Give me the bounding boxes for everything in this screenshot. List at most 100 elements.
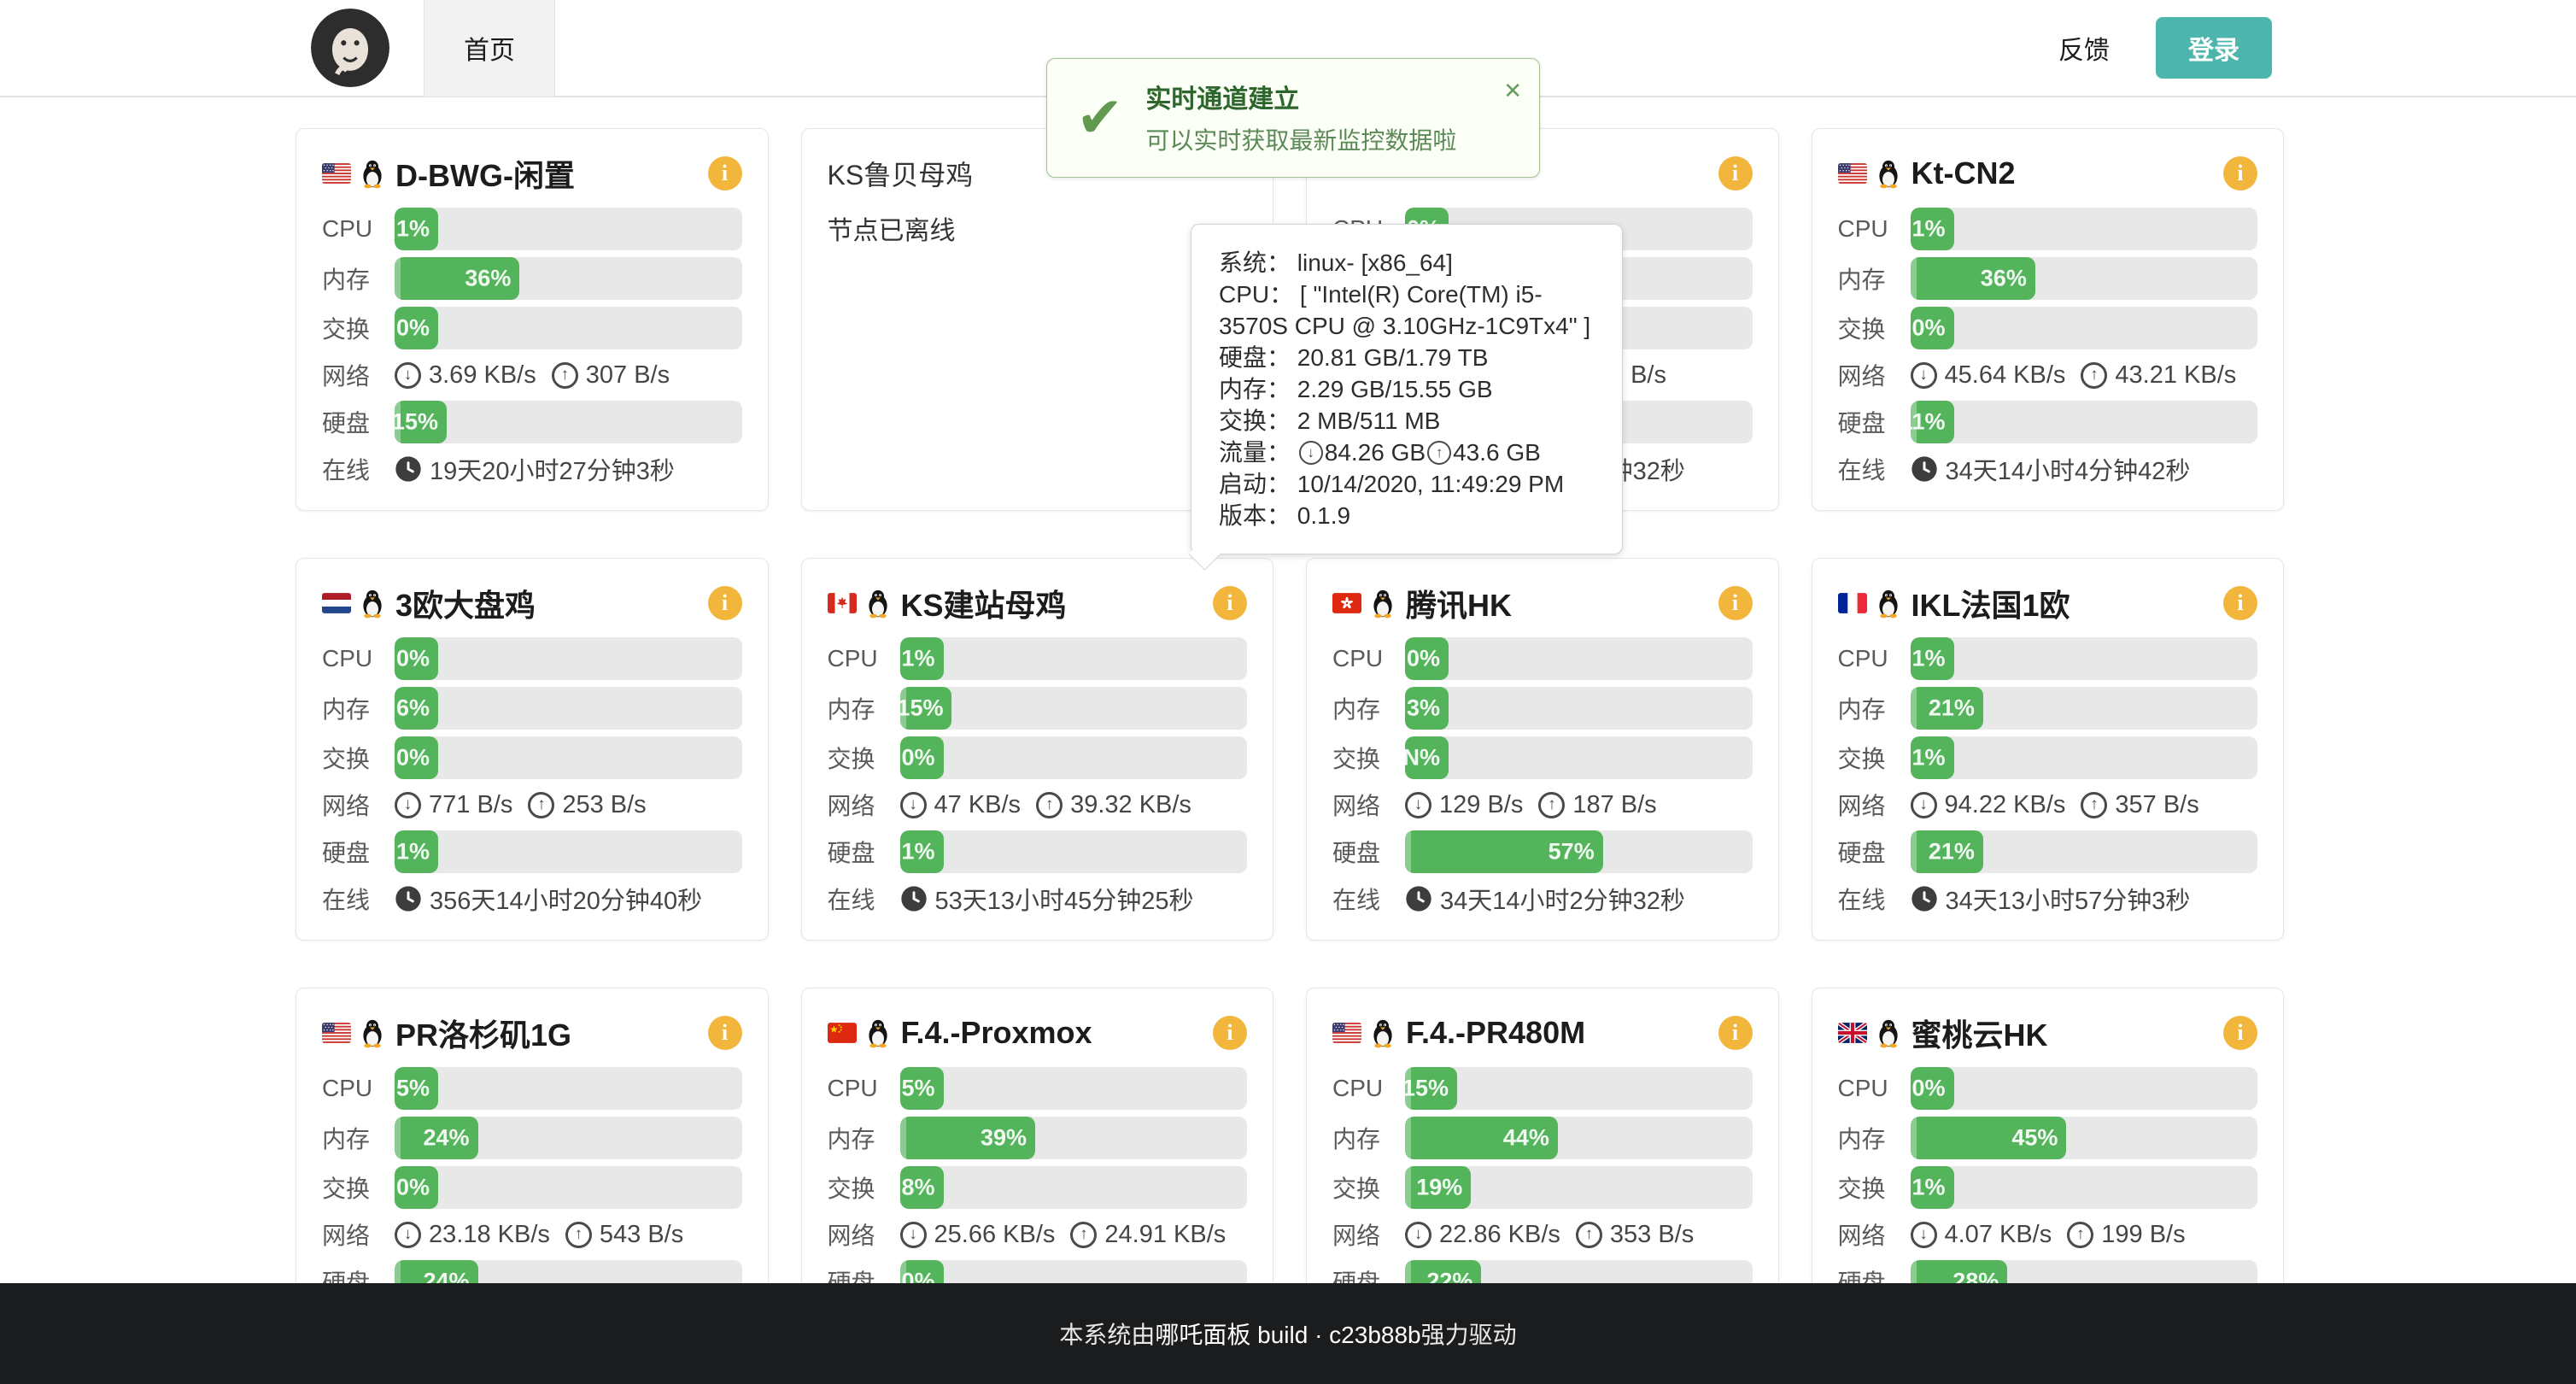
download-icon: ↓ xyxy=(395,362,421,389)
info-icon[interactable]: i xyxy=(1718,156,1753,191)
disk-progressbar: 11% xyxy=(1911,401,2258,443)
info-icon[interactable]: i xyxy=(708,1016,742,1050)
info-icon[interactable]: i xyxy=(1718,1016,1753,1050)
swap-progress-value: 0% xyxy=(396,1175,430,1201)
cpu-progressbar: 1% xyxy=(1911,637,2258,680)
info-row-启动: 启动： 10/14/2020, 11:49:29 PM xyxy=(1219,468,1595,500)
info-icon[interactable]: i xyxy=(1213,586,1247,620)
info-icon[interactable]: i xyxy=(2223,1016,2257,1050)
uptime-row: 在线34天14小时4分钟42秒 xyxy=(1838,450,2258,488)
mem-progress-value: 15% xyxy=(900,695,944,722)
info-row-label: 硬盘： xyxy=(1219,344,1291,371)
close-icon[interactable]: ✕ xyxy=(1503,79,1522,102)
cpu-progressbar: 1% xyxy=(395,208,742,250)
server-card: Kt-CN2iCPU1%内存36%交换0%网络↓45.64 KB/s↑43.21… xyxy=(1812,128,2285,511)
cpu-label: CPU xyxy=(322,645,395,672)
clock-icon xyxy=(395,885,422,912)
net-row: 网络↓45.64 KB/s↑43.21 KB/s xyxy=(1838,356,2258,394)
mem-row: 内存3% xyxy=(1332,687,1753,730)
upload-speed: 187 B/s xyxy=(1572,791,1656,819)
linux-tux-icon xyxy=(1876,157,1901,190)
net-label: 网络 xyxy=(1332,788,1405,822)
info-icon[interactable]: i xyxy=(708,156,742,191)
cpu-label: CPU xyxy=(1838,1075,1911,1102)
linux-tux-icon xyxy=(360,587,385,619)
network-stats: ↓129 B/s↑187 B/s xyxy=(1405,791,1672,819)
swap-progressbar: 1% xyxy=(1911,1166,2258,1209)
swap-row: 交换0% xyxy=(322,736,742,779)
linux-tux-icon xyxy=(360,587,385,619)
info-row-label: 交换： xyxy=(1219,408,1291,434)
info-row-交换: 交换： 2 MB/511 MB xyxy=(1219,405,1595,437)
mem-progressbar: 45% xyxy=(1911,1117,2258,1159)
uptime-row: 在线53天13小时45分钟25秒 xyxy=(828,880,1248,918)
server-info-rows: 系统： linux- [x86_64]CPU： [ "Intel(R) Core… xyxy=(1219,247,1595,531)
info-row-traffic: 流量： ↓84.26 GB↑43.6 GB xyxy=(1219,437,1595,468)
login-button[interactable]: 登录 xyxy=(2156,17,2272,79)
cpu-progressbar: 1% xyxy=(1911,208,2258,250)
cpu-label: CPU xyxy=(828,1075,900,1102)
cpu-progress-value: 1% xyxy=(901,646,934,672)
download-icon: ↓ xyxy=(1405,792,1431,818)
disk-progress-value: 21% xyxy=(1929,839,1975,865)
net-row: 网络↓23.18 KB/s↑543 B/s xyxy=(322,1216,742,1253)
toast-title: 实时通道建立 xyxy=(1145,78,1456,115)
check-icon: ✔ xyxy=(1076,89,1123,145)
net-label: 网络 xyxy=(828,1217,900,1252)
info-row-value: 10/14/2020, 11:49:29 PM xyxy=(1291,471,1564,497)
disk-label: 硬盘 xyxy=(828,835,900,869)
net-row: 网络↓25.66 KB/s↑24.91 KB/s xyxy=(828,1216,1248,1253)
info-icon[interactable]: i xyxy=(2223,586,2257,620)
server-card: 蜜桃云HKiCPU0%内存45%交换1%网络↓4.07 KB/s↑199 B/s… xyxy=(1812,988,2285,1326)
swap-progress-value: N% xyxy=(1405,745,1440,771)
info-icon[interactable]: i xyxy=(1213,1016,1247,1050)
toast-success: ✔ 实时通道建立 可以实时获取最新监控数据啦 ✕ xyxy=(1046,58,1540,178)
info-row-版本: 版本： 0.1.9 xyxy=(1219,500,1595,531)
swap-progressbar: 0% xyxy=(395,736,742,779)
cpu-row: CPU0% xyxy=(1838,1067,2258,1110)
info-icon[interactable]: i xyxy=(2223,156,2257,191)
net-row: 网络↓4.07 KB/s↑199 B/s xyxy=(1838,1216,2258,1253)
info-row-label: 版本： xyxy=(1219,502,1291,529)
swap-progressbar: N% xyxy=(1405,736,1753,779)
server-card: IKL法国1欧iCPU1%内存21%交换1%网络↓94.22 KB/s↑357 … xyxy=(1812,558,2285,941)
flag-ca-icon xyxy=(828,593,857,613)
swap-progressbar: 1% xyxy=(1911,736,2258,779)
footer-panel-link[interactable]: 哪吒面板 build · c23b88b xyxy=(1155,1317,1420,1351)
cpu-progressbar: 15% xyxy=(1405,1067,1753,1110)
mem-label: 内存 xyxy=(322,1121,395,1155)
site-logo-avatar[interactable] xyxy=(311,9,389,87)
info-row-value: 20.81 GB/1.79 TB xyxy=(1291,344,1488,371)
mem-progressbar: 21% xyxy=(1911,687,2258,730)
mem-progress-value: 39% xyxy=(981,1125,1027,1152)
swap-row: 交换8% xyxy=(828,1166,1248,1209)
flag-cn-icon xyxy=(828,1023,857,1043)
download-icon: ↓ xyxy=(900,1222,927,1248)
download-speed: 4.07 KB/s xyxy=(1945,1221,2052,1249)
disk-row: 硬盘21% xyxy=(1838,830,2258,873)
uptime-label: 在线 xyxy=(1332,882,1405,916)
cpu-progress-value: 1% xyxy=(1912,216,1945,243)
nav-tab-home[interactable]: 首页 xyxy=(424,0,555,97)
disk-progress-value: 11% xyxy=(1911,409,1946,436)
mem-label: 内存 xyxy=(828,691,900,725)
disk-label: 硬盘 xyxy=(322,405,395,439)
swap-row: 交换19% xyxy=(1332,1166,1753,1209)
net-label: 网络 xyxy=(1838,358,1911,392)
mem-progress-value: 24% xyxy=(424,1125,470,1152)
linux-tux-icon xyxy=(1370,587,1396,619)
upload-speed: 39.32 KB/s xyxy=(1070,791,1191,819)
cpu-row: CPU0% xyxy=(1332,637,1753,680)
info-row-value: 0.1.9 xyxy=(1291,502,1350,529)
info-row-value: 2.29 GB/15.55 GB xyxy=(1291,376,1493,402)
info-icon[interactable]: i xyxy=(1718,586,1753,620)
network-stats: ↓4.07 KB/s↑199 B/s xyxy=(1911,1221,2201,1249)
uptime-stats: 34天14小时2分钟32秒 xyxy=(1405,881,1701,917)
swap-progressbar: 0% xyxy=(900,736,1248,779)
mem-row: 内存36% xyxy=(1838,257,2258,300)
server-name: KS鲁贝母鸡 xyxy=(828,154,974,193)
nav-feedback-link[interactable]: 反馈 xyxy=(2058,29,2110,67)
info-icon[interactable]: i xyxy=(708,586,742,620)
server-name: 3欧大盘鸡 xyxy=(395,581,536,625)
flag-us-icon xyxy=(322,1023,351,1043)
